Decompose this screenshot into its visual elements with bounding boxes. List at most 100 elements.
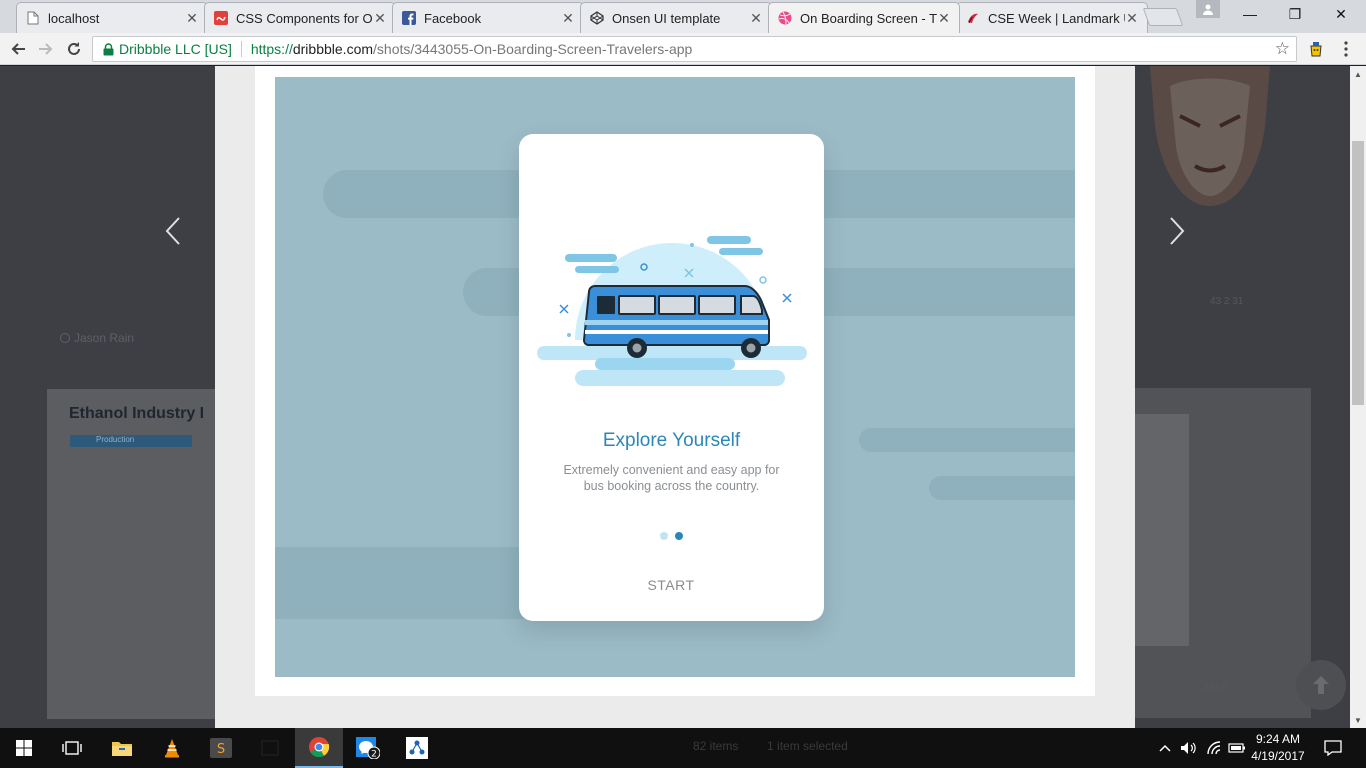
arrow-up-icon bbox=[1313, 676, 1329, 694]
tab-cse-week[interactable]: CSE Week | Landmark University ✕ bbox=[956, 2, 1148, 33]
background-card-right-inner bbox=[1135, 414, 1189, 646]
close-icon[interactable]: ✕ bbox=[1125, 10, 1139, 27]
background-stats-top: 43 2 31 bbox=[1210, 296, 1244, 307]
minimize-button[interactable]: — bbox=[1227, 0, 1273, 28]
tray-overflow-chevron-icon[interactable] bbox=[1156, 728, 1174, 768]
prev-shot-button[interactable] bbox=[158, 214, 188, 248]
wifi-icon[interactable] bbox=[1203, 728, 1225, 768]
omnibox-divider bbox=[240, 41, 242, 57]
onboarding-title: Explore Yourself bbox=[602, 430, 741, 451]
tab-title: CSE Week | Landmark University bbox=[988, 10, 1125, 26]
explorer-selected-count: 1 item selected bbox=[767, 739, 848, 753]
shot-image[interactable]: Explore Yourself Extremely convenient an… bbox=[275, 77, 1075, 677]
pagination-dot-2-active[interactable] bbox=[675, 532, 683, 540]
scroll-up-arrow-icon[interactable]: ▲ bbox=[1350, 66, 1366, 82]
reload-icon[interactable] bbox=[62, 37, 86, 61]
background-stats-bottom: 244 5 bbox=[1203, 683, 1229, 694]
close-icon[interactable]: ✕ bbox=[373, 10, 387, 27]
tab-dribbble-active[interactable]: On Boarding Screen - Travelers app ✕ bbox=[768, 2, 960, 33]
cloud-shape bbox=[275, 547, 525, 619]
address-bar[interactable]: Dribbble LLC [US] https://dribbble.com/s… bbox=[92, 36, 1297, 62]
extension-icon[interactable] bbox=[1304, 37, 1328, 61]
cloud-shape bbox=[859, 428, 1075, 452]
scrollbar-thumb[interactable] bbox=[1352, 141, 1364, 405]
network-app-icon[interactable] bbox=[393, 728, 441, 768]
windows-taskbar: S 2 82 items 1 item selected 9:24 AM 4/1… bbox=[0, 728, 1366, 768]
bus-illustration bbox=[537, 236, 807, 386]
task-view-icon[interactable] bbox=[48, 728, 96, 768]
messenger-icon[interactable]: 2 bbox=[344, 728, 392, 768]
pagination-dot-1[interactable] bbox=[660, 532, 668, 540]
url-host: dribbble.com bbox=[292, 41, 374, 57]
start-button[interactable]: START bbox=[621, 577, 721, 599]
next-shot-button[interactable] bbox=[1162, 214, 1192, 248]
background-shot-title: Ethanol Industry I bbox=[69, 405, 205, 422]
avatar-icon bbox=[60, 333, 70, 343]
codepen-icon bbox=[589, 10, 605, 26]
new-tab-button[interactable] bbox=[1142, 8, 1184, 26]
explorer-items-count: 82 items bbox=[693, 739, 739, 753]
facebook-icon bbox=[401, 10, 417, 26]
security-label[interactable]: Dribbble LLC [US] bbox=[119, 41, 232, 57]
page-icon bbox=[25, 10, 41, 26]
tab-facebook[interactable]: Facebook ✕ bbox=[392, 2, 584, 33]
scroll-to-top-button[interactable] bbox=[1296, 660, 1346, 710]
messenger-badge: 2 bbox=[371, 750, 377, 760]
landmark-icon bbox=[965, 10, 981, 26]
tab-onsen-template[interactable]: Onsen UI template ✕ bbox=[580, 2, 772, 33]
window-close-button[interactable]: ✕ bbox=[1318, 0, 1364, 28]
page-scrollbar[interactable]: ▲ ▼ bbox=[1350, 66, 1366, 728]
action-center-icon[interactable] bbox=[1318, 728, 1348, 768]
explorer-status-text: 82 items 1 item selected bbox=[693, 739, 848, 753]
volume-icon[interactable] bbox=[1178, 728, 1200, 768]
restore-button[interactable]: ❐ bbox=[1272, 0, 1318, 28]
url-scheme: https:// bbox=[250, 41, 293, 57]
shot-frame: Explore Yourself Extremely convenient an… bbox=[255, 66, 1095, 696]
blank-app-icon[interactable] bbox=[246, 728, 294, 768]
clock-time: 9:24 AM bbox=[1255, 732, 1301, 746]
lock-icon bbox=[97, 42, 119, 56]
browser-tab-strip: localhost ✕ CSS Components for Onsen UI … bbox=[0, 0, 1366, 33]
background-production-bar: Production bbox=[70, 435, 192, 447]
tab-css-components[interactable]: CSS Components for Onsen UI ✕ bbox=[204, 2, 396, 33]
close-icon[interactable]: ✕ bbox=[749, 10, 763, 27]
system-clock[interactable]: 9:24 AM 4/19/2017 bbox=[1248, 731, 1308, 765]
tab-title: Facebook bbox=[424, 10, 482, 26]
battery-icon[interactable] bbox=[1226, 728, 1248, 768]
tab-localhost[interactable]: localhost ✕ bbox=[16, 2, 208, 33]
windows-start-icon[interactable] bbox=[0, 728, 48, 768]
cloud-shape bbox=[795, 268, 1075, 316]
onboarding-card: Explore Yourself Extremely convenient an… bbox=[519, 134, 824, 621]
close-icon[interactable]: ✕ bbox=[561, 10, 575, 27]
scroll-down-arrow-icon[interactable]: ▼ bbox=[1350, 712, 1366, 728]
url-path: /shots/3443055-On-Boarding-Screen-Travel… bbox=[373, 41, 693, 57]
cloud-shape bbox=[929, 476, 1075, 500]
tab-title: localhost bbox=[48, 10, 100, 26]
chevron-left-icon bbox=[165, 217, 180, 245]
file-explorer-icon[interactable] bbox=[98, 728, 146, 768]
page-viewport: Jason Rain Ethanol Industry I Production… bbox=[0, 66, 1366, 728]
clock-date: 4/19/2017 bbox=[1251, 749, 1305, 763]
onboarding-description: Extremely convenient and easy app for bu… bbox=[563, 463, 780, 493]
chrome-menu-icon[interactable] bbox=[1334, 37, 1358, 61]
profile-icon[interactable] bbox=[1196, 0, 1220, 18]
sublime-text-icon[interactable]: S bbox=[197, 728, 245, 768]
forward-icon[interactable] bbox=[34, 37, 58, 61]
vlc-icon[interactable] bbox=[148, 728, 196, 768]
close-icon[interactable]: ✕ bbox=[185, 10, 199, 27]
tab-title: CSS Components for Onsen UI bbox=[236, 10, 373, 26]
chevron-right-icon bbox=[1170, 217, 1185, 245]
close-icon[interactable]: ✕ bbox=[937, 10, 951, 27]
browser-toolbar: Dribbble LLC [US] https://dribbble.com/s… bbox=[0, 33, 1366, 65]
back-icon[interactable] bbox=[6, 37, 30, 61]
chrome-taskbar-icon[interactable] bbox=[295, 728, 343, 768]
bookmark-star-icon[interactable]: ☆ bbox=[1275, 39, 1290, 59]
cloud-shape bbox=[795, 170, 1075, 218]
dribbble-icon bbox=[777, 10, 793, 26]
background-author-name: Jason Rain bbox=[74, 331, 135, 345]
shot-modal: Explore Yourself Extremely convenient an… bbox=[215, 66, 1135, 728]
svg-text:S: S bbox=[217, 742, 225, 757]
pagination-dots bbox=[660, 532, 683, 540]
background-author: Jason Rain bbox=[60, 331, 134, 345]
tab-title: On Boarding Screen - Travelers app bbox=[800, 10, 937, 26]
